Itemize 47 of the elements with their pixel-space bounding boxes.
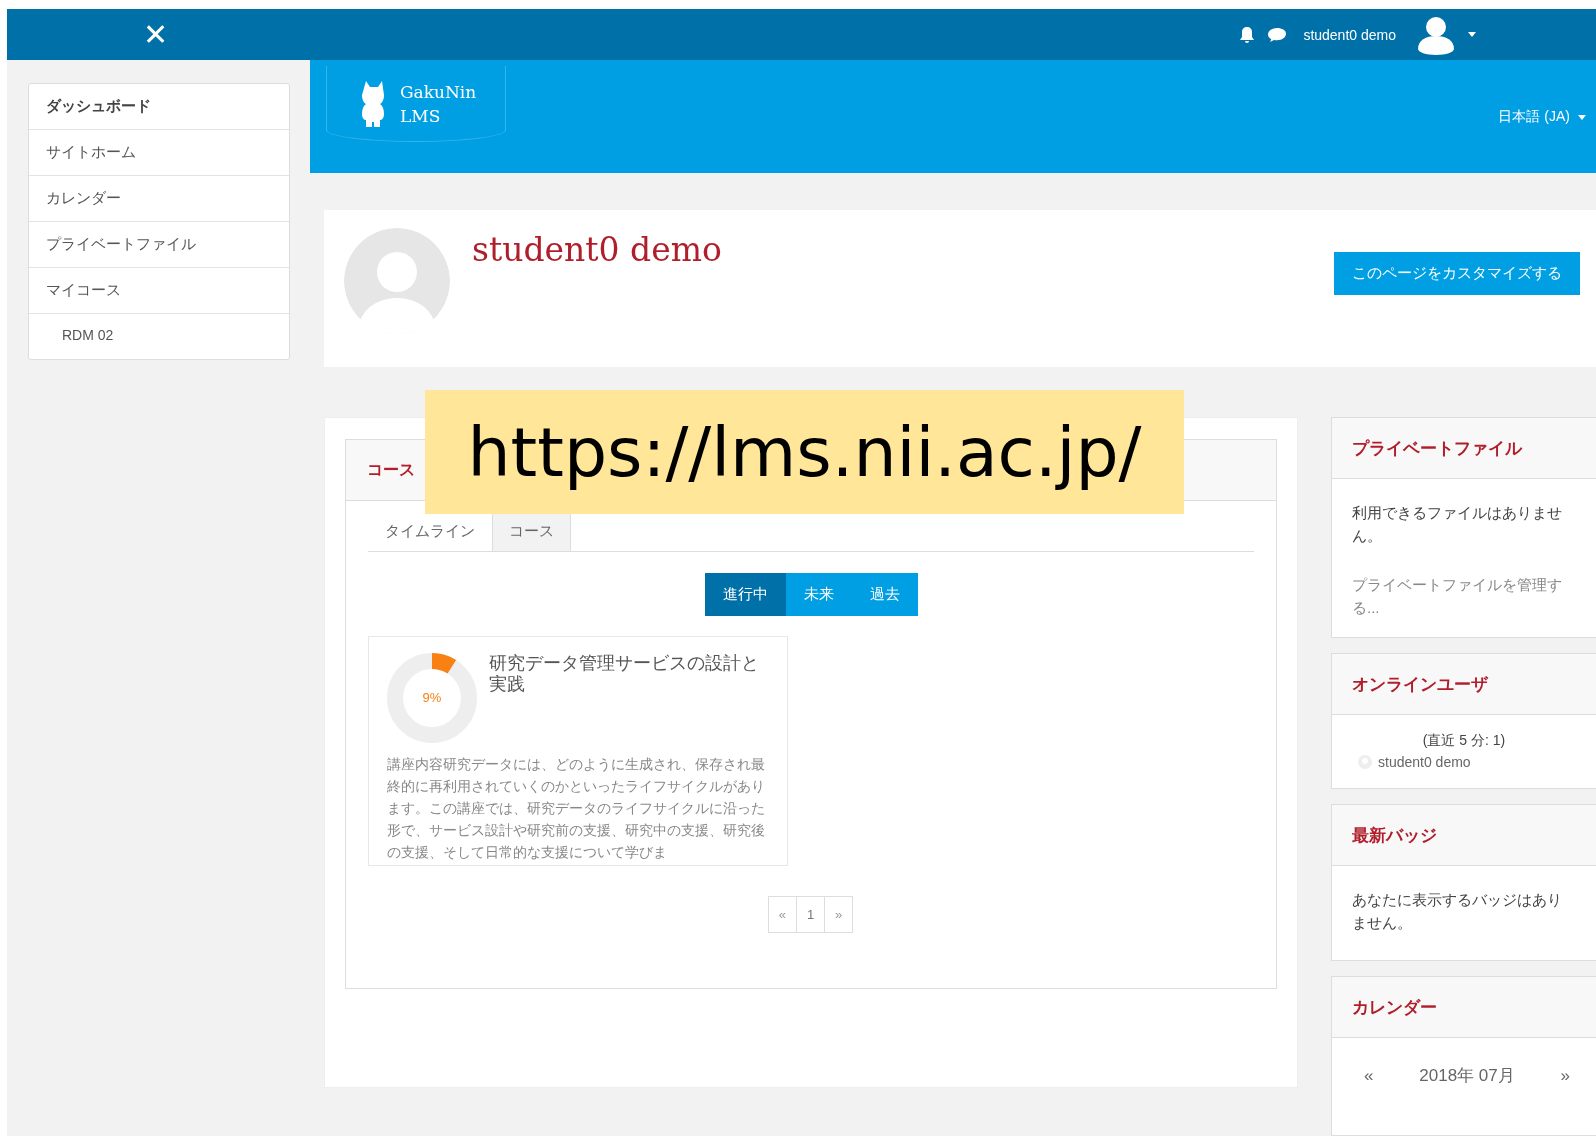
nav-item[interactable]: マイコース [29, 268, 289, 314]
page-link[interactable]: « [767, 896, 797, 933]
logo-text: GakuNin [400, 80, 477, 104]
avatar-icon [344, 228, 450, 334]
tab[interactable]: コース [492, 511, 571, 552]
next-month-link[interactable]: » [1560, 1065, 1570, 1086]
nav-item[interactable]: プライベートファイル [29, 222, 289, 268]
filter-button[interactable]: 未来 [785, 573, 852, 616]
course-summary: 講座内容研究データには、どのように生成され、保存され最終的に再利用されていくのかといったライフサイクルがあります。この講座では、研究データのライフサイクルに沿った形で、サービス設計や研究前の支援、研究中の支援、研究後の支援、そして日常的な支援について学びま [387, 755, 766, 862]
tab[interactable]: タイムライン [368, 511, 492, 552]
url-callout: https://lms.nii.ac.jp/ [425, 390, 1184, 514]
caret-icon[interactable] [1468, 32, 1476, 37]
chat-icon[interactable] [1267, 26, 1288, 43]
language-menu[interactable]: 日本語 (JA) [1498, 108, 1586, 126]
user-name[interactable]: student0 demo [1303, 26, 1396, 43]
logo-text: LMS [400, 104, 442, 128]
nav-item[interactable]: サイトホーム [29, 130, 289, 176]
close-icon[interactable]: ✕ [143, 19, 169, 50]
user-avatar-icon[interactable] [1416, 14, 1456, 55]
block-title: 最新バッジ [1352, 824, 1437, 847]
page-link[interactable]: 1 [795, 896, 826, 933]
logo-tab[interactable]: GakuNin LMS [326, 66, 506, 142]
previous-month-link[interactable]: « [1364, 1065, 1374, 1086]
nav-item[interactable]: ダッシュボード [29, 84, 289, 130]
block-text: あなたに表示するバッジはありません。 [1352, 890, 1563, 933]
customize-button[interactable]: このページをカスタマイズする [1334, 252, 1580, 295]
block-title: オンラインユーザ [1352, 673, 1488, 696]
block-title: プライベートファイル [1352, 437, 1522, 460]
bell-icon[interactable] [1239, 25, 1256, 44]
mascot-icon [362, 80, 386, 127]
nav-item[interactable]: RDM 02 [29, 314, 289, 359]
online-user-link[interactable]: student0 demo [1378, 754, 1471, 770]
manage-files-link[interactable]: プライベートファイルを管理する... [1352, 573, 1576, 619]
block-text: (直近 5 分: 1) [1421, 731, 1507, 750]
caret-icon [1578, 114, 1586, 120]
page-link[interactable]: » [824, 896, 854, 933]
block-text: 利用できるファイルはありません。 [1352, 503, 1563, 546]
block-title: カレンダー [1352, 996, 1437, 1019]
filter-button[interactable]: 進行中 [704, 573, 786, 616]
month-title: 2018年 07月 [1419, 1065, 1515, 1087]
block-title: コース [367, 459, 415, 480]
filter-button[interactable]: 過去 [851, 573, 918, 616]
progress-reading: 9% [421, 690, 443, 705]
nav-item[interactable]: カレンダー [29, 176, 289, 222]
profile-name: student0 demo [472, 230, 723, 269]
course-title[interactable]: 研究データ管理サービスの設計と実践 [489, 653, 769, 743]
course-card[interactable]: 9% 研究データ管理サービスの設計と実践 講座内容研究データには、どのように生成され、保存され最終的に再利用されていくのかといったライフサイクルがあります。この講座では、研究データのライフサイクルに沿った形で、サービス設計や研究前の支援、研究中の支援、研究後の支援、そして日常的な支援について学びま [368, 636, 788, 866]
